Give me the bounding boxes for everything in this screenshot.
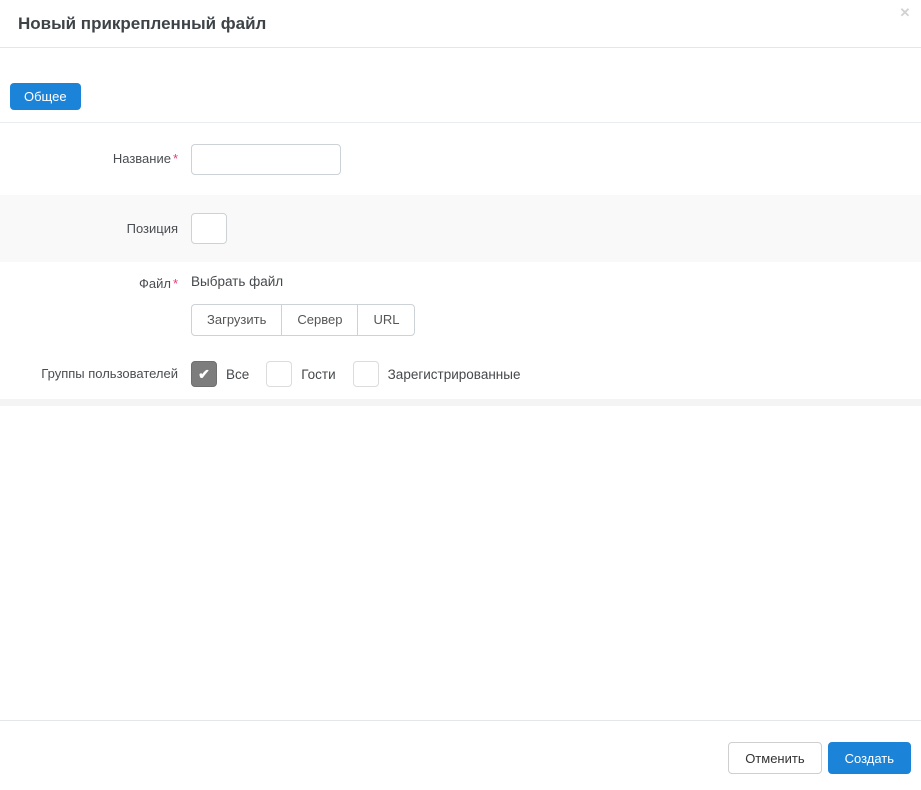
checkbox-all-label: Все [226, 367, 249, 382]
file-label: Файл* [0, 274, 178, 292]
required-asterisk: * [173, 276, 178, 291]
checkbox-guests-label: Гости [301, 367, 335, 382]
checkbox-registered-label: Зарегистрированные [388, 367, 521, 382]
file-source-button-group: Загрузить Сервер URL [191, 304, 415, 336]
position-input[interactable] [191, 213, 227, 244]
modal-footer: Отменить Создать [0, 720, 921, 790]
form-row-file: Файл* Выбрать файл Загрузить Сервер URL [0, 262, 921, 349]
modal-title: Новый прикрепленный файл [18, 12, 903, 36]
name-input[interactable] [191, 144, 341, 175]
modal-header: Новый прикрепленный файл ✕ [0, 0, 921, 48]
empty-body-area [0, 406, 921, 720]
upload-button[interactable]: Загрузить [191, 304, 282, 336]
checkmark-icon: ✔ [198, 367, 210, 381]
checkbox-all[interactable]: ✔ [191, 361, 217, 387]
tab-general[interactable]: Общее [10, 83, 81, 110]
form-row-position: Позиция [0, 195, 921, 262]
choose-file-text: Выбрать файл [191, 274, 415, 290]
cancel-button[interactable]: Отменить [728, 742, 821, 774]
form-stripe-end [0, 399, 921, 406]
form-row-name: Название* [0, 123, 921, 195]
url-button[interactable]: URL [357, 304, 415, 336]
name-label: Название* [0, 151, 178, 167]
create-button[interactable]: Создать [828, 742, 911, 774]
close-icon[interactable]: ✕ [897, 5, 913, 21]
user-groups-label: Группы пользователей [0, 366, 178, 382]
tab-bar: Общее [0, 48, 921, 123]
position-label: Позиция [0, 221, 178, 237]
checkbox-registered[interactable] [353, 361, 379, 387]
checkbox-guests[interactable] [266, 361, 292, 387]
required-asterisk: * [173, 151, 178, 166]
new-attachment-modal: Новый прикрепленный файл ✕ Общее Названи… [0, 0, 921, 790]
form-row-user-groups: Группы пользователей ✔ Все Гости Зарегис… [0, 349, 921, 399]
server-button[interactable]: Сервер [281, 304, 358, 336]
